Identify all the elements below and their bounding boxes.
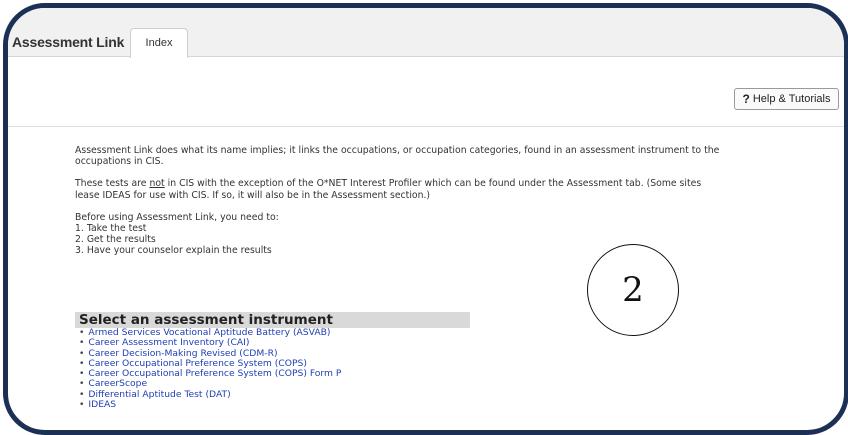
instrument-link-dat[interactable]: • Differential Aptitude Test (DAT) (79, 389, 470, 400)
instrument-list: • Armed Services Vocational Aptitude Batt… (75, 327, 470, 410)
intro-text: Assessment Link does what its name impli… (75, 145, 725, 257)
tab-index[interactable]: Index (130, 28, 188, 58)
intro-paragraph: Assessment Link does what its name impli… (75, 145, 720, 168)
help-tutorials-button[interactable]: ? Help & Tutorials (734, 88, 839, 110)
app-header: Assessment Link Index (8, 8, 844, 58)
instrument-select-panel: Select an assessment instrument • Armed S… (75, 312, 470, 411)
steps-title: Before using Assessment Link, you need t… (75, 211, 279, 223)
step-item: 2. Get the results (75, 234, 156, 246)
exception-paragraph: These tests are not in CIS with the exce… (75, 178, 702, 201)
callout-number-circle: 2 (587, 244, 679, 336)
help-button-label: Help & Tutorials (752, 93, 831, 105)
panel-heading: Select an assessment instrument (75, 312, 470, 328)
app-title: Assessment Link (12, 34, 125, 50)
instrument-link-ideas[interactable]: • IDEAS (79, 399, 470, 410)
step-item: 1. Take the test (75, 223, 147, 235)
screenshot-frame: Assessment Link Index ? Help & Tutorials… (3, 3, 848, 435)
question-mark-icon: ? (742, 92, 750, 106)
emphasis-not: not (149, 178, 165, 190)
step-item: 3. Have your counselor explain the resul… (75, 245, 272, 257)
divider (8, 126, 844, 127)
